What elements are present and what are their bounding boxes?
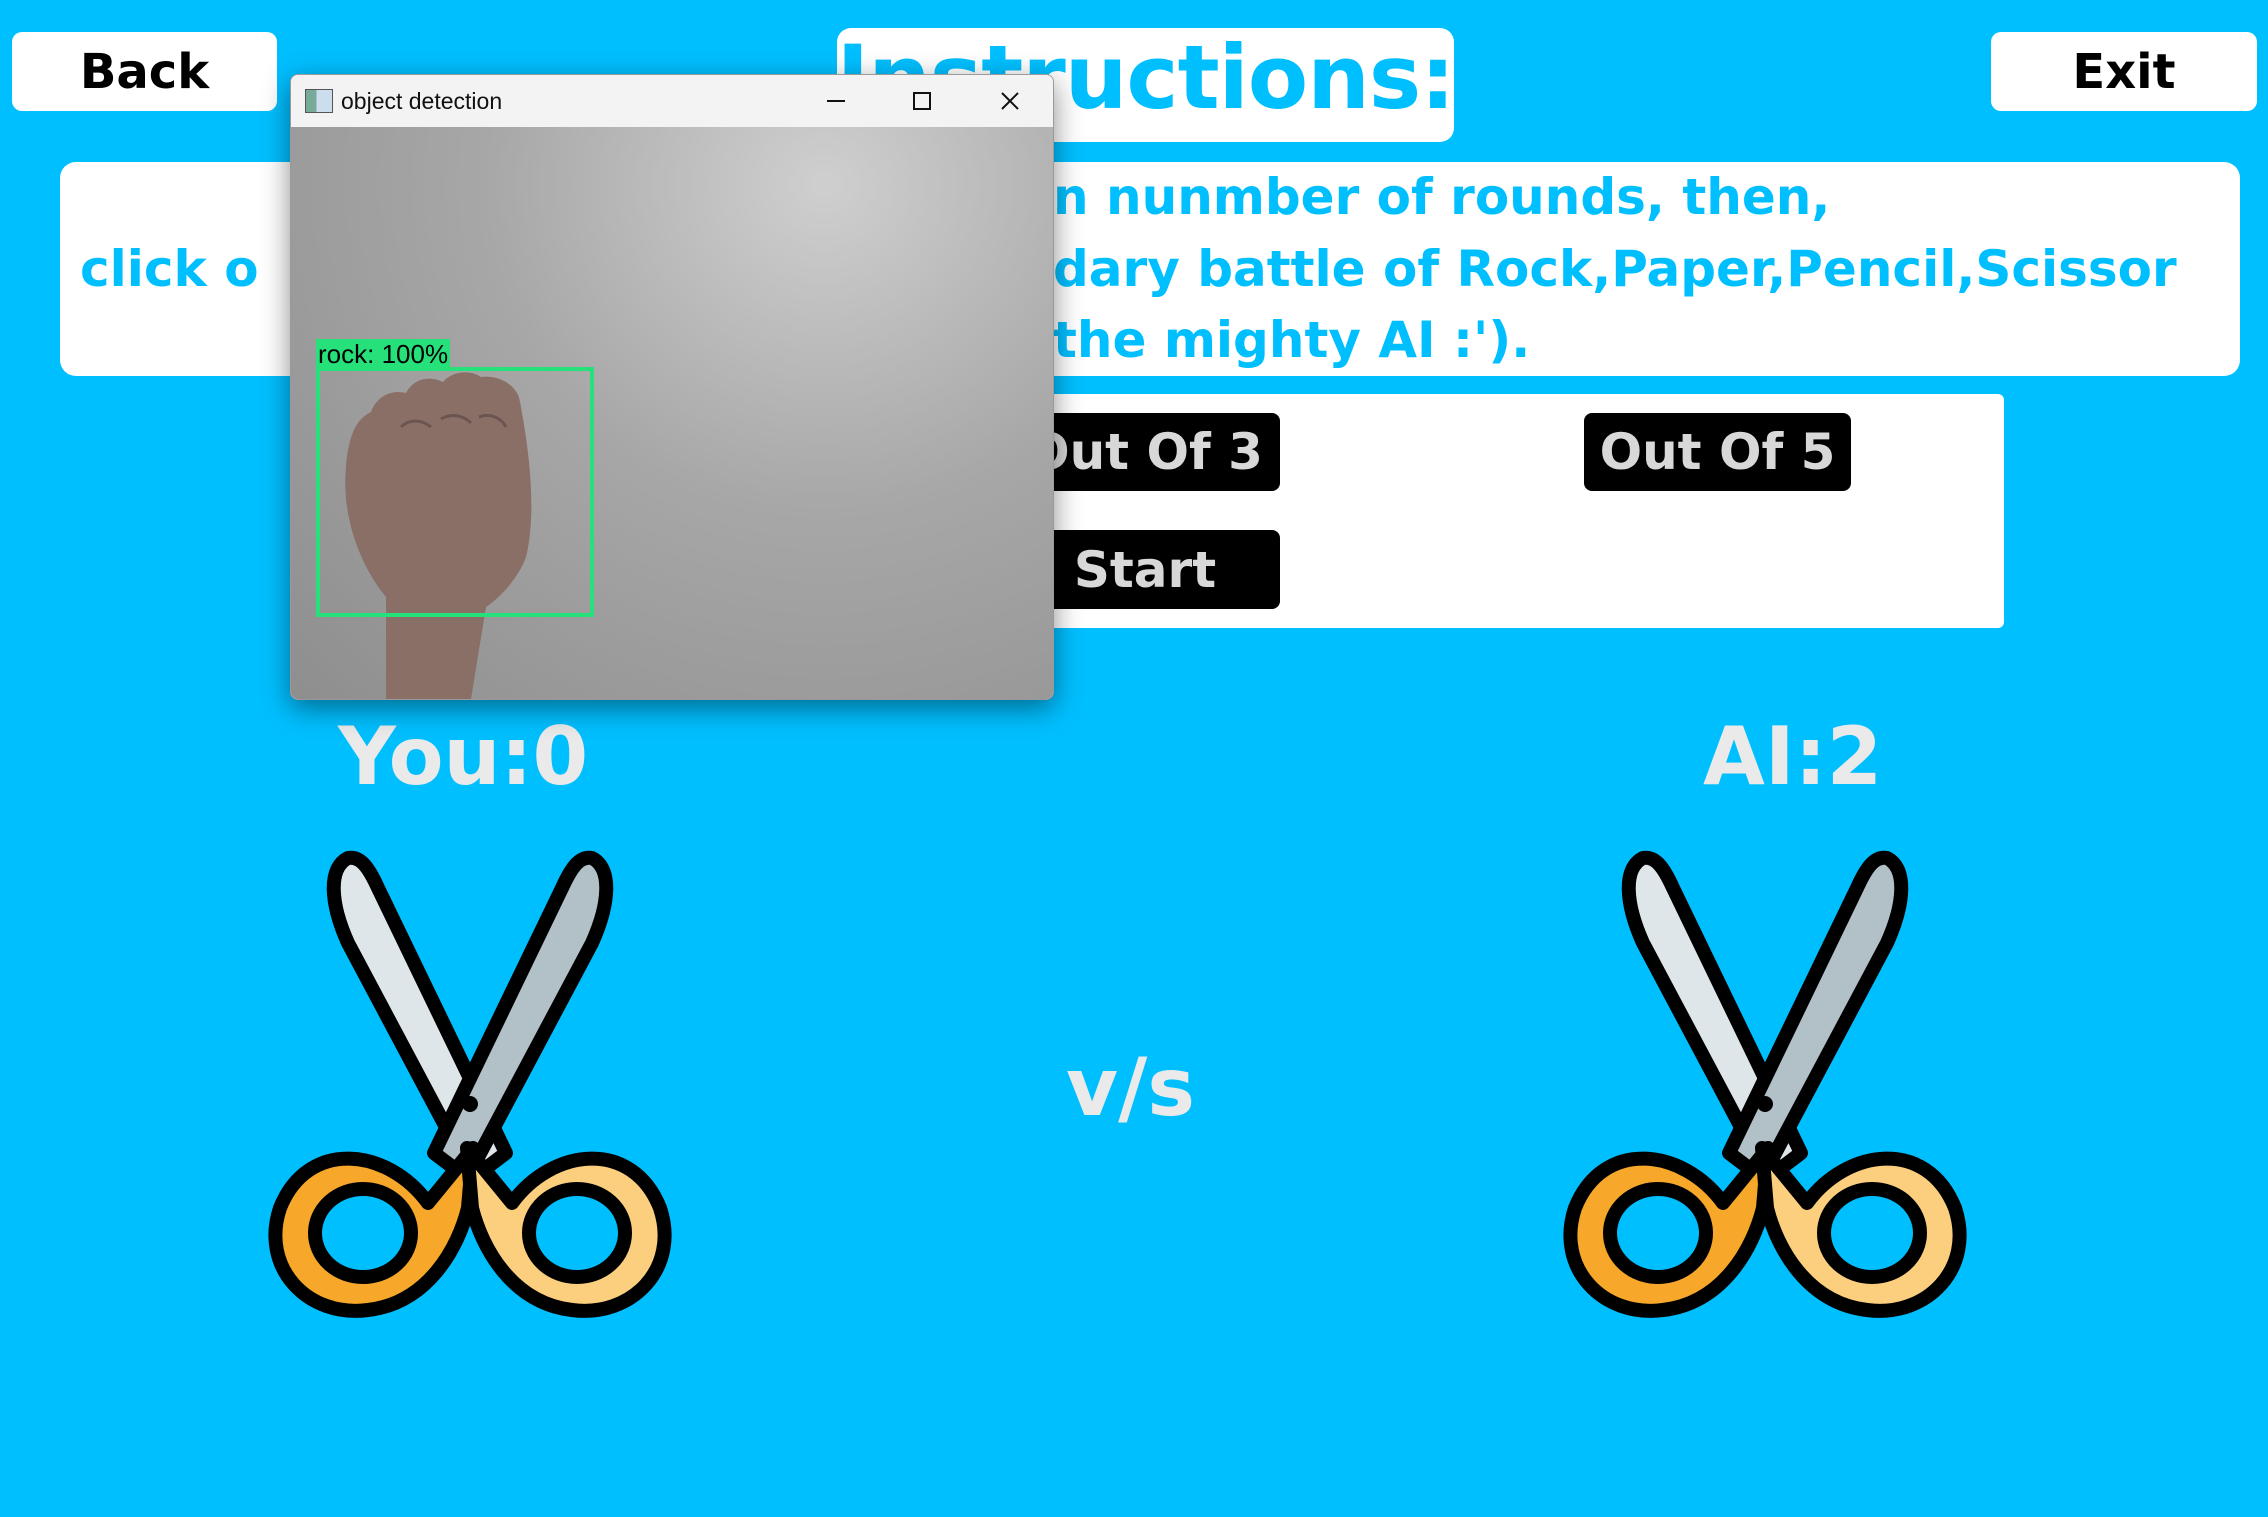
window-titlebar[interactable]: object detection (291, 75, 1053, 127)
instructions-line-2-left: click o (80, 240, 259, 298)
back-button[interactable]: Back (12, 32, 277, 111)
maximize-icon (913, 92, 931, 110)
versus-label: v/s (1066, 1041, 1195, 1134)
detection-label: rock: 100% (316, 339, 451, 369)
object-detection-window[interactable]: object detection rock: 100% (290, 74, 1054, 700)
detection-bounding-box (316, 367, 594, 617)
app-icon (305, 89, 333, 113)
scissors-icon (1563, 850, 1967, 1318)
camera-feed: rock: 100% (291, 127, 1053, 699)
minimize-icon (827, 100, 845, 102)
instructions-line-3: the mighty AI :'). (1053, 311, 1531, 369)
maximize-button[interactable] (879, 75, 965, 127)
minimize-button[interactable] (793, 75, 879, 127)
instructions-line-1: n nunmber of rounds, then, (1053, 168, 1831, 226)
close-icon (1001, 92, 1019, 110)
scissors-icon (268, 850, 672, 1318)
out-of-5-button[interactable]: Out Of 5 (1584, 413, 1851, 491)
exit-button[interactable]: Exit (1991, 32, 2257, 111)
player-score: You:0 (338, 710, 589, 803)
instructions-line-2-right: dary battle of Rock,Paper,Pencil,Scissor (1053, 240, 2177, 298)
ai-score: AI:2 (1703, 710, 1883, 803)
close-button[interactable] (967, 75, 1053, 127)
window-title: object detection (341, 87, 503, 114)
